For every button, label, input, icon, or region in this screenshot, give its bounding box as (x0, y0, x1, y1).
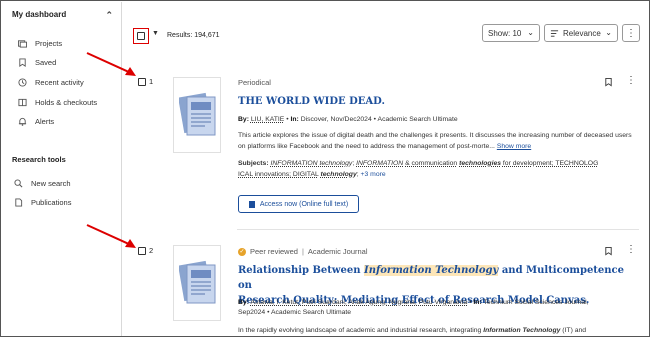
author-link[interactable]: LIU, KATIE (251, 116, 285, 123)
author-link[interactable]: Astawa, I. Ketut; Putri Suardani, Anak A… (250, 299, 467, 306)
subject-link[interactable]: for development; TECHNOLOG (503, 160, 598, 167)
database-text: Academic Search Ultimate (271, 309, 352, 316)
sidebar-item-projects[interactable]: Projects (18, 36, 62, 50)
subject-link[interactable]: ICAL innovations; DIGITAL (238, 171, 319, 178)
peer-reviewed-label: Peer reviewed (250, 247, 298, 256)
in-label: In: (473, 299, 482, 306)
caret-down-icon[interactable]: ▼ (152, 30, 159, 37)
sidebar-item-publications[interactable]: Publications (14, 195, 71, 209)
sort-icon (550, 29, 559, 37)
show-per-page-select[interactable]: Show: 10 ⌄ (482, 24, 540, 42)
sidebar-item-holds-checkouts[interactable]: Holds & checkouts (18, 95, 97, 109)
publication-type: Academic Journal (307, 247, 368, 256)
search-icon (14, 178, 23, 187)
sidebar-item-label: New search (31, 178, 71, 188)
screenshot-frame: My dashboard ⌃ Projects Saved Recent act… (0, 0, 650, 337)
bookmark-icon[interactable] (604, 246, 613, 256)
result-type: ✓ Peer reviewed | Academic Journal (238, 247, 368, 256)
results-count: Results: 194,671 (167, 32, 220, 39)
folders-icon (18, 39, 27, 48)
kebab-icon: ⋮ (626, 27, 636, 39)
result-title[interactable]: THE WORLD WIDE DEAD. (238, 94, 618, 109)
access-now-button[interactable]: Access now (Online full text) (238, 195, 359, 213)
chevron-up-icon[interactable]: ⌃ (105, 10, 113, 21)
result-abstract: In the rapidly evolving landscape of aca… (238, 325, 640, 336)
document-icon (15, 197, 23, 207)
more-options-button[interactable]: ⋮ (622, 24, 640, 42)
by-label: By: (238, 116, 249, 123)
file-icon (248, 200, 255, 208)
result-type: Periodical (238, 78, 271, 87)
result-thumbnail[interactable] (173, 77, 221, 153)
bell-icon (18, 117, 27, 126)
sort-select[interactable]: Relevance ⌄ (544, 24, 618, 42)
abstract-text: In the rapidly evolving landscape of aca… (238, 327, 482, 334)
by-label: By: (238, 299, 249, 306)
checkbox-box (137, 32, 145, 40)
subjects-label: Subjects: (238, 160, 269, 167)
peer-reviewed-icon: ✓ (238, 247, 246, 256)
bookmark-icon (19, 57, 26, 67)
history-icon (18, 77, 27, 87)
result-meta: By: LIU, KATIE • In: Discover, Nov/Dec20… (238, 116, 458, 123)
subject-link[interactable]: technologies (459, 160, 501, 167)
in-label: In: (290, 116, 299, 123)
sidebar-header[interactable]: My dashboard ⌃ (12, 10, 117, 24)
chevron-down-icon: ⌄ (527, 28, 534, 37)
result-thumbnail[interactable] (173, 245, 221, 321)
result-number: 2 (149, 246, 154, 255)
sort-value: Relevance (563, 28, 601, 38)
more-subjects-link[interactable]: +3 more (361, 171, 386, 178)
source-text: Technium Social Sciences Journal, (483, 299, 589, 306)
sidebar-item-new-search[interactable]: New search (14, 176, 71, 190)
sidebar-item-label: Publications (31, 197, 72, 207)
source-text: Sep2024 (238, 309, 266, 316)
book-icon (18, 98, 27, 106)
kebab-icon[interactable]: ⋮ (626, 244, 636, 255)
sidebar-item-label: Holds & checkouts (35, 97, 98, 107)
sidebar-item-saved[interactable]: Saved (18, 55, 56, 69)
subject-link[interactable]: technology (320, 171, 356, 178)
sidebar-item-label: Alerts (35, 116, 55, 126)
chevron-down-icon: ⌄ (605, 28, 612, 37)
subject-link[interactable]: & communication (405, 160, 457, 167)
sidebar-item-recent-activity[interactable]: Recent activity (18, 75, 84, 89)
result-subjects: Subjects: INFORMATION technology; INFORM… (238, 160, 599, 178)
sidebar-item-label: Recent activity (35, 77, 84, 87)
sidebar-item-label: Saved (35, 57, 57, 67)
result-divider (237, 229, 639, 230)
database-text: Academic Search Ultimate (377, 116, 458, 123)
bookmark-icon[interactable] (604, 77, 613, 87)
title-part: Relationship Between (238, 265, 361, 276)
result-abstract: This article explores the issue of digit… (238, 130, 640, 152)
select-all-checkbox[interactable] (133, 28, 149, 44)
periodical-icon (179, 92, 216, 136)
subject-link[interactable]: INFORMATION technology (270, 160, 352, 167)
access-label: Access now (Online full text) (259, 200, 349, 208)
result-number: 1 (149, 77, 154, 86)
show-more-link[interactable]: Show more (497, 143, 531, 150)
publication-type: Periodical (238, 78, 271, 87)
research-tools-heading: Research tools (12, 155, 66, 164)
sidebar-header-label: My dashboard (12, 10, 67, 19)
annotation-arrow (86, 52, 136, 76)
annotation-arrow (86, 224, 136, 248)
show-per-page-value: Show: 10 (488, 28, 522, 38)
kebab-icon[interactable]: ⋮ (626, 75, 636, 86)
abstract-highlight: Information Technology (483, 327, 561, 334)
source-text: Discover, Nov/Dec2024 (300, 116, 372, 123)
abstract-text: This article explores the issue of digit… (238, 132, 632, 150)
sidebar-item-alerts[interactable]: Alerts (18, 114, 54, 128)
subject-link[interactable]: INFORMATION (356, 160, 403, 167)
separator: | (301, 247, 304, 256)
title-highlight: Information Technology (364, 265, 499, 276)
result-meta: By: Astawa, I. Ketut; Putri Suardani, An… (238, 299, 589, 316)
abstract-text: (IT) and (562, 327, 587, 334)
journal-icon (179, 260, 216, 304)
result-1-checkbox[interactable] (138, 78, 146, 86)
sidebar-item-label: Projects (35, 38, 63, 48)
